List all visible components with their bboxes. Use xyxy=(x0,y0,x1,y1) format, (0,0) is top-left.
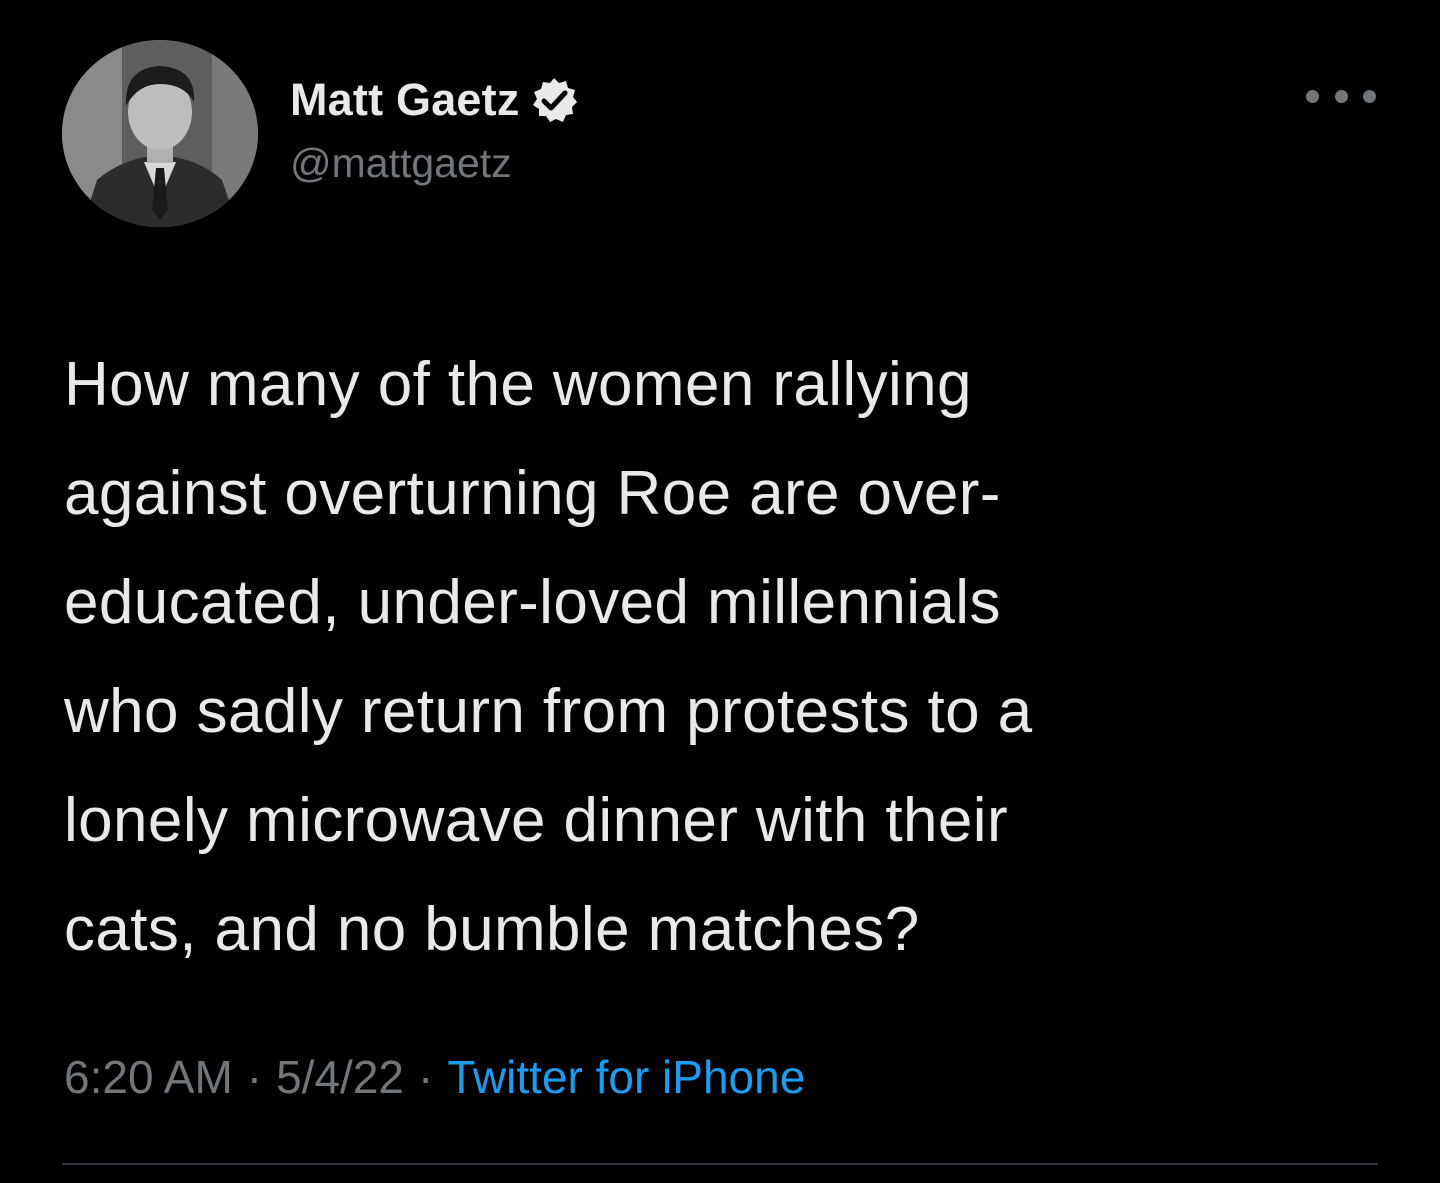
author-name-row[interactable]: Matt Gaetz xyxy=(290,72,578,128)
tweet-text-line: against overturning Roe are over- xyxy=(64,459,1001,528)
more-dot xyxy=(1363,89,1376,103)
avatar[interactable] xyxy=(62,40,258,227)
author-handle[interactable]: @mattgaetz xyxy=(290,140,512,187)
tweet-text-line: How many of the women rallying xyxy=(64,350,972,419)
tweet-meta: 6:20 AM · 5/4/22 · Twitter for iPhone xyxy=(64,1050,805,1104)
more-options-icon[interactable] xyxy=(1306,82,1376,110)
verified-badge-icon xyxy=(530,76,578,124)
tweet-text-line: lonely microwave dinner with their xyxy=(64,786,1008,855)
meta-separator: · xyxy=(418,1051,434,1103)
tweet-source-link[interactable]: Twitter for iPhone xyxy=(447,1051,805,1103)
profile-photo xyxy=(62,40,258,227)
tweet-text-line: who sadly return from protests to a xyxy=(64,677,1033,746)
author-display-name[interactable]: Matt Gaetz xyxy=(290,74,520,126)
tweet-text-line: cats, and no bumble matches? xyxy=(64,895,920,964)
more-dot xyxy=(1334,89,1348,103)
more-dot xyxy=(1306,89,1319,103)
meta-separator: · xyxy=(246,1051,263,1103)
tweet-date[interactable]: 5/4/22 xyxy=(276,1051,404,1103)
tweet: Matt Gaetz @mattgaetz How many of the wo… xyxy=(0,0,1440,1183)
tweet-text: How many of the women rallying against o… xyxy=(64,330,1404,984)
tweet-time[interactable]: 6:20 AM xyxy=(64,1051,233,1103)
tweet-text-line: educated, under-loved millennials xyxy=(64,568,1001,637)
divider xyxy=(62,1163,1378,1165)
